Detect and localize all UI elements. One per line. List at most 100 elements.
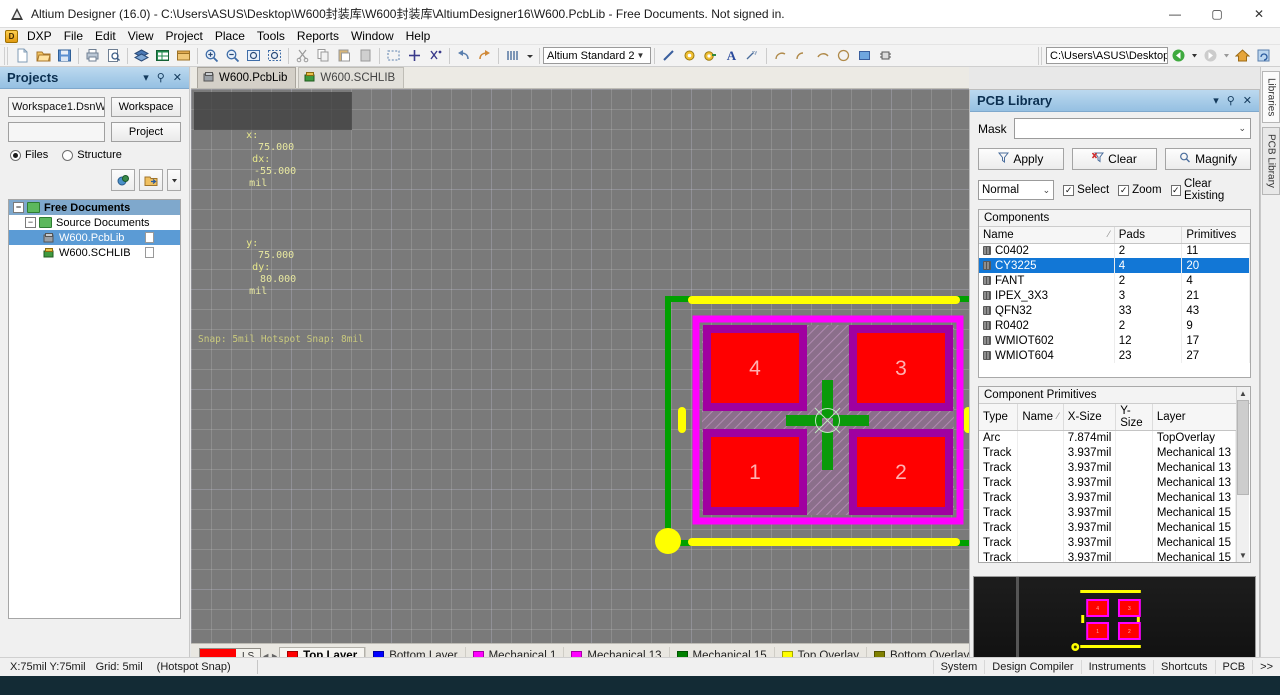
place-coordinate-icon[interactable]: xy: [743, 46, 762, 65]
primitives-col-xsize[interactable]: X-Size: [1063, 404, 1117, 431]
status-button-pcb[interactable]: PCB: [1214, 660, 1253, 674]
new-document-icon[interactable]: [13, 46, 32, 65]
cut-icon[interactable]: [293, 46, 312, 65]
table-row[interactable]: Track 3.937mil Mechanical 15: [979, 550, 1237, 562]
open-project-dropdown-icon[interactable]: [167, 169, 181, 191]
status-button-shortcuts[interactable]: Shortcuts: [1153, 660, 1214, 674]
table-row[interactable]: CY3225 4 20: [979, 258, 1250, 273]
project-options-icon[interactable]: [111, 169, 135, 191]
primitives-col-layer[interactable]: Layer: [1152, 404, 1236, 431]
place-via-icon[interactable]: [701, 46, 720, 65]
table-row[interactable]: Track 3.937mil Mechanical 15: [979, 505, 1237, 521]
layers-icon[interactable]: [132, 46, 151, 65]
board-style-combo[interactable]: Altium Standard 2 ▼: [543, 47, 651, 64]
components-grid[interactable]: Components Name ⁄ Pads Primitives C0402 …: [978, 209, 1251, 378]
clear-button[interactable]: Clear: [1071, 148, 1158, 170]
preview-splitter[interactable]: [1016, 577, 1019, 663]
spreadsheet-icon[interactable]: [153, 46, 172, 65]
place-pad-icon[interactable]: [680, 46, 699, 65]
table-row[interactable]: IPEX_3X3 3 21: [979, 288, 1250, 303]
table-row[interactable]: Track 3.937mil Mechanical 15: [979, 535, 1237, 551]
zoom-checkbox[interactable]: ✓ Zoom: [1118, 184, 1162, 196]
project-combo[interactable]: [8, 122, 105, 142]
open-document-icon[interactable]: [34, 46, 53, 65]
radio-structure[interactable]: Structure: [62, 149, 122, 161]
mask-input[interactable]: ⌄: [1013, 118, 1251, 139]
tree-node-free-documents[interactable]: − Free Documents: [9, 200, 180, 215]
table-row[interactable]: WMIOT602 12 17: [979, 333, 1250, 348]
pin-icon[interactable]: ⚲: [157, 71, 165, 84]
status-button-instruments[interactable]: Instruments: [1080, 660, 1153, 674]
table-row[interactable]: WMIOT604 23 27: [979, 348, 1250, 363]
table-row[interactable]: R0402 2 9: [979, 318, 1250, 333]
home-icon[interactable]: [1233, 46, 1252, 65]
close-button[interactable]: ✕: [1238, 0, 1280, 28]
status-button-design-compiler[interactable]: Design Compiler: [984, 660, 1080, 674]
place-arc-edge-icon[interactable]: [792, 46, 811, 65]
workspace-button[interactable]: Workspace: [111, 97, 181, 117]
tree-node-w600-pcblib[interactable]: W600.PcbLib: [9, 230, 180, 245]
place-string-icon[interactable]: A: [722, 46, 741, 65]
menu-item-dxp[interactable]: DXP: [21, 28, 58, 45]
zoom-out-icon[interactable]: [223, 46, 242, 65]
table-row[interactable]: Arc 7.874mil TopOverlay: [979, 430, 1237, 446]
menu-item-project[interactable]: Project: [160, 28, 209, 45]
table-row[interactable]: Track 3.937mil Mechanical 13: [979, 445, 1237, 461]
paste-special-icon[interactable]: [356, 46, 375, 65]
scroll-up-icon[interactable]: ▲: [1237, 387, 1249, 400]
mode-combo[interactable]: Normal ⌄: [978, 180, 1055, 200]
menu-item-file[interactable]: File: [58, 28, 89, 45]
place-circle-icon[interactable]: [834, 46, 853, 65]
primitives-col-type[interactable]: Type: [979, 404, 1019, 431]
side-tab-libraries[interactable]: Libraries: [1262, 71, 1280, 124]
print-icon[interactable]: [83, 46, 102, 65]
menu-item-tools[interactable]: Tools: [251, 28, 291, 45]
table-row[interactable]: Track 3.937mil Mechanical 15: [979, 520, 1237, 536]
footprint-preview-pane[interactable]: 4 3 1 2: [973, 576, 1256, 664]
component-primitives-grid[interactable]: Component Primitives Type Name ⁄ X-Size …: [978, 386, 1251, 563]
menu-item-reports[interactable]: Reports: [291, 28, 345, 45]
print-preview-icon[interactable]: [104, 46, 123, 65]
move-icon[interactable]: [405, 46, 424, 65]
nav-toolbar-grip[interactable]: [1038, 46, 1044, 65]
menu-item-help[interactable]: Help: [400, 28, 437, 45]
place-arc-any-icon[interactable]: [813, 46, 832, 65]
table-row[interactable]: C0402 2 11: [979, 243, 1250, 258]
close-panel-icon[interactable]: ✕: [173, 71, 182, 84]
pin-icon[interactable]: ⚲: [1227, 94, 1235, 107]
apply-button[interactable]: Apply: [978, 148, 1064, 170]
table-row[interactable]: FANT 2 4: [979, 273, 1250, 288]
zoom-area-icon[interactable]: [265, 46, 284, 65]
place-arc-center-icon[interactable]: [771, 46, 790, 65]
menu-item-window[interactable]: Window: [345, 28, 400, 45]
tree-node-source-documents[interactable]: − Source Documents: [9, 215, 180, 230]
clear-selection-icon[interactable]: [426, 46, 445, 65]
grid-icon[interactable]: [503, 46, 522, 65]
expander-icon[interactable]: −: [13, 202, 24, 213]
navigation-path-combo[interactable]: C:\Users\ASUS\Desktop\ ▼: [1046, 47, 1168, 64]
components-col-name[interactable]: Name ⁄: [979, 227, 1115, 244]
components-col-primitives[interactable]: Primitives: [1181, 227, 1250, 244]
maximize-button[interactable]: ▢: [1196, 0, 1238, 28]
zoom-in-icon[interactable]: [202, 46, 221, 65]
copy-icon[interactable]: [314, 46, 333, 65]
panel-menu-icon[interactable]: ▾: [1213, 94, 1219, 107]
refresh-icon[interactable]: [1254, 46, 1273, 65]
table-row[interactable]: Track 3.937mil Mechanical 13: [979, 460, 1237, 476]
forward-icon[interactable]: [1201, 46, 1220, 65]
clear-existing-checkbox[interactable]: ✓ Clear Existing: [1170, 178, 1251, 202]
primitives-vertical-scrollbar[interactable]: ▲ ▼: [1236, 387, 1249, 562]
report-icon[interactable]: [174, 46, 193, 65]
expander-icon[interactable]: −: [25, 217, 36, 228]
select-area-icon[interactable]: [384, 46, 403, 65]
table-row[interactable]: Track 3.937mil Mechanical 13: [979, 490, 1237, 506]
components-col-pads[interactable]: Pads: [1114, 227, 1183, 244]
zoom-fit-icon[interactable]: [244, 46, 263, 65]
menu-item-view[interactable]: View: [122, 28, 160, 45]
project-button[interactable]: Project: [111, 122, 181, 142]
undo-icon[interactable]: [454, 46, 473, 65]
place-fill-icon[interactable]: [855, 46, 874, 65]
close-panel-icon[interactable]: ✕: [1243, 94, 1252, 107]
side-tab-pcb-library[interactable]: PCB Library: [1262, 127, 1280, 196]
place-line-icon[interactable]: [659, 46, 678, 65]
